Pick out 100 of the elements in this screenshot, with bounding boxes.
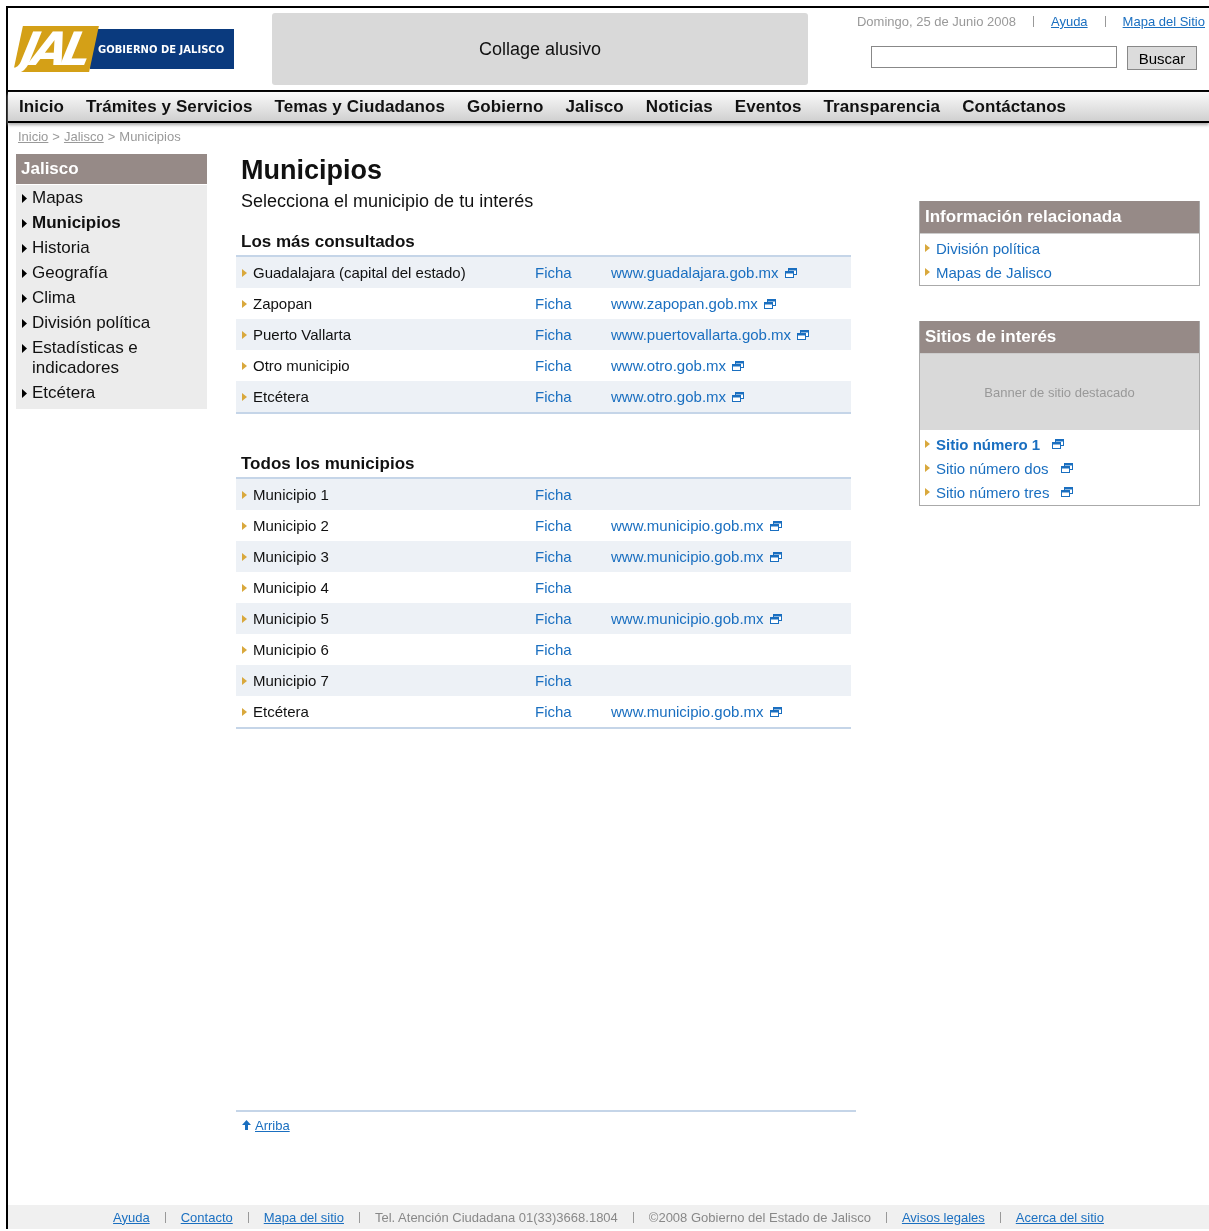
website-link[interactable]: www.otro.gob.mx bbox=[611, 388, 727, 405]
header-link[interactable]: Mapa del Sitio bbox=[1122, 14, 1205, 29]
municipality-name: Puerto Vallarta bbox=[253, 326, 352, 343]
website-link[interactable]: www.municipio.gob.mx bbox=[611, 517, 764, 534]
arrow-icon bbox=[925, 464, 930, 472]
ficha-link[interactable]: Ficha bbox=[535, 295, 611, 312]
related-link[interactable]: División política bbox=[920, 236, 1199, 260]
site-link[interactable]: Sitio número dos bbox=[920, 456, 1199, 480]
external-link-icon bbox=[769, 706, 782, 717]
ficha-link[interactable]: Ficha bbox=[535, 548, 611, 565]
website-link[interactable]: www.otro.gob.mx bbox=[611, 357, 727, 374]
ficha-link[interactable]: Ficha bbox=[535, 672, 611, 689]
nav-link[interactable]: Contáctanos bbox=[962, 96, 1067, 117]
sidebar-item[interactable]: Estadísticas e indicadores bbox=[16, 335, 207, 380]
website-link[interactable]: www.puertovallarta.gob.mx bbox=[611, 326, 792, 343]
municipality-name: Municipio 2 bbox=[253, 517, 329, 534]
nav-link[interactable]: Jalisco bbox=[565, 96, 624, 117]
footer-link[interactable]: Acerca del sitio bbox=[1015, 1209, 1104, 1225]
nav-link[interactable]: Eventos bbox=[734, 96, 802, 117]
arrow-icon bbox=[22, 194, 27, 203]
ficha-link[interactable]: Ficha bbox=[535, 486, 611, 503]
sidebar-item[interactable]: Clima bbox=[16, 285, 207, 310]
external-link-icon bbox=[763, 298, 776, 309]
arrow-icon bbox=[242, 614, 247, 623]
municipality-name: Zapopan bbox=[253, 295, 313, 312]
nav-link[interactable]: Gobierno bbox=[467, 96, 544, 117]
nav-link[interactable]: Noticias bbox=[645, 96, 713, 117]
ficha-link[interactable]: Ficha bbox=[535, 388, 611, 405]
breadcrumb-separator: > bbox=[107, 129, 116, 146]
date-text: Domingo, 25 de Junio 2008 bbox=[856, 14, 1016, 29]
intro-text: Selecciona el municipio de tu interés bbox=[241, 191, 535, 212]
municipality-name: Etcétera bbox=[253, 703, 309, 720]
arrow-icon bbox=[242, 330, 247, 339]
nav-link[interactable]: Trámites y Servicios bbox=[86, 96, 253, 117]
footer-link[interactable]: Contacto bbox=[180, 1209, 233, 1225]
top-link[interactable]: Arriba bbox=[242, 1117, 290, 1133]
external-link-icon bbox=[1061, 487, 1074, 497]
arrow-icon bbox=[925, 440, 930, 448]
sidebar-item[interactable]: División política bbox=[16, 310, 207, 335]
ficha-link[interactable]: Ficha bbox=[535, 264, 611, 281]
website-link[interactable]: www.municipio.gob.mx bbox=[611, 703, 764, 720]
footer-link[interactable]: Mapa del sitio bbox=[263, 1209, 344, 1225]
ficha-link[interactable]: Ficha bbox=[535, 703, 611, 720]
ficha-link[interactable]: Ficha bbox=[535, 357, 611, 374]
arrow-icon bbox=[242, 676, 247, 685]
panel-title: Sitios de interés bbox=[920, 321, 1199, 354]
ficha-link[interactable]: Ficha bbox=[535, 610, 611, 627]
breadcrumb-link[interactable]: Jalisco bbox=[63, 129, 104, 149]
ficha-link[interactable]: Ficha bbox=[535, 579, 611, 596]
external-link-icon bbox=[732, 360, 745, 371]
arrow-icon bbox=[242, 361, 247, 370]
arrow-icon bbox=[925, 268, 930, 276]
sidebar-title: Jalisco bbox=[16, 154, 207, 185]
arrow-icon bbox=[925, 244, 930, 252]
ficha-link[interactable]: Ficha bbox=[535, 641, 611, 658]
site-link[interactable]: Sitio número 1 bbox=[920, 432, 1199, 456]
arrow-icon bbox=[22, 244, 27, 253]
website-link[interactable]: www.municipio.gob.mx bbox=[611, 548, 764, 565]
arrow-icon bbox=[242, 521, 247, 530]
footer-link[interactable]: Ayuda bbox=[113, 1209, 150, 1225]
breadcrumb-link[interactable]: Inicio bbox=[18, 129, 49, 149]
ficha-link[interactable]: Ficha bbox=[535, 326, 611, 343]
breadcrumb-separator: > bbox=[52, 129, 60, 146]
arrow-icon bbox=[242, 268, 247, 277]
external-link-icon bbox=[1052, 439, 1065, 449]
footer-link[interactable]: Avisos legales bbox=[901, 1209, 985, 1225]
municipality-name: Municipio 4 bbox=[253, 579, 329, 596]
nav-link[interactable]: Inicio bbox=[19, 96, 64, 117]
sidebar-item[interactable]: Historia bbox=[16, 235, 207, 260]
logo-text: GOBIERNO DE JALISCO bbox=[90, 29, 235, 69]
collage-banner: Collage alusivo bbox=[272, 13, 808, 85]
search-button[interactable]: Buscar bbox=[1127, 46, 1197, 70]
footer-text: Tel. Atención Ciudadana 01(33)3668.1804 bbox=[374, 1209, 618, 1225]
website-link[interactable]: www.zapopan.gob.mx bbox=[611, 295, 758, 312]
external-link-icon bbox=[769, 520, 782, 531]
municipality-name: Otro municipio bbox=[253, 357, 350, 374]
nav-link[interactable]: Temas y Ciudadanos bbox=[274, 96, 446, 117]
arrow-icon bbox=[242, 299, 247, 308]
municipality-name: Etcétera bbox=[253, 388, 309, 405]
website-link[interactable]: www.municipio.gob.mx bbox=[611, 610, 764, 627]
arrow-icon bbox=[242, 707, 247, 716]
sidebar-item[interactable]: Municipios bbox=[16, 210, 207, 235]
panel-title: Información relacionada bbox=[920, 201, 1199, 234]
arrow-icon bbox=[925, 488, 930, 496]
section-heading: Los más consultados bbox=[241, 232, 416, 252]
ficha-link[interactable]: Ficha bbox=[535, 517, 611, 534]
sidebar-item[interactable]: Geografía bbox=[16, 260, 207, 285]
search-field[interactable] bbox=[871, 46, 1117, 68]
nav-link[interactable]: Transparencia bbox=[823, 96, 941, 117]
featured-banner: Banner de sitio destacado bbox=[920, 354, 1199, 430]
site-link[interactable]: Sitio número tres bbox=[920, 480, 1199, 504]
external-link-icon bbox=[732, 391, 745, 402]
external-link-icon bbox=[769, 551, 782, 562]
sidebar-item[interactable]: Mapas bbox=[16, 185, 207, 210]
municipality-name: Municipio 6 bbox=[253, 641, 329, 658]
related-link[interactable]: Mapas de Jalisco bbox=[920, 260, 1199, 284]
sidebar-item[interactable]: Etcétera bbox=[16, 380, 207, 405]
website-link[interactable]: www.guadalajara.gob.mx bbox=[611, 264, 779, 281]
header-link[interactable]: Ayuda bbox=[1050, 14, 1088, 29]
municipality-name: Municipio 5 bbox=[253, 610, 329, 627]
